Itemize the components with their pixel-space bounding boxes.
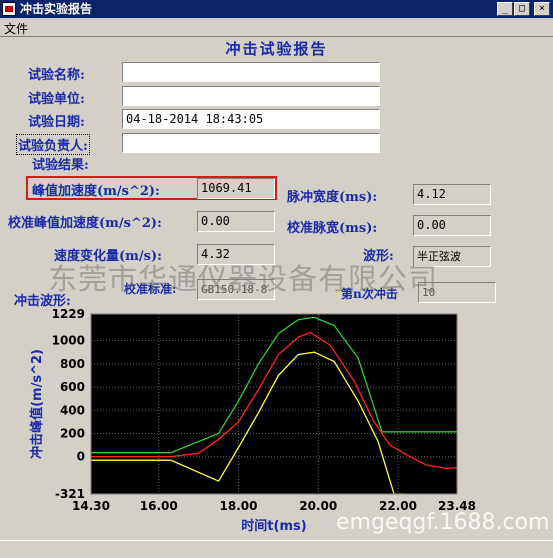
watermark-text: 东莞市华通仪器设备有限公司 <box>48 262 439 296</box>
x-tick-label: 14.30 <box>72 499 110 513</box>
y-tick-label: 800 <box>60 357 85 371</box>
status-bar <box>0 540 553 558</box>
y-axis-label: 冲击峰值(m/s^2) <box>29 349 45 459</box>
y-tick-label: 0 <box>77 450 85 464</box>
y-tick-label: 600 <box>60 380 85 394</box>
y-tick-label: 1229 <box>52 307 85 321</box>
y-tick-label: 1000 <box>52 334 85 348</box>
x-tick-label: 18.00 <box>220 499 258 513</box>
y-tick-label: 400 <box>60 403 85 417</box>
main-window: 冲击实验报告 _ □ × 文件 冲击试验报告 试验名称: 试验单位: 试验日期:… <box>0 0 553 558</box>
x-tick-label: 16.00 <box>140 499 178 513</box>
y-tick-label: 200 <box>60 426 85 440</box>
x-tick-label: 20.00 <box>299 499 337 513</box>
x-axis-label: 时间t(ms) <box>241 518 306 534</box>
watermark-url: emgeqgf.1688.com <box>336 510 550 535</box>
